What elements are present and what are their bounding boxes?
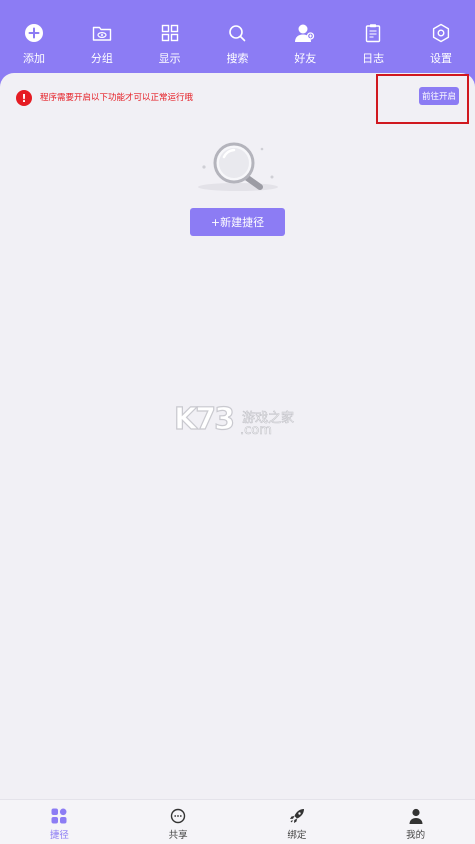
display-label: 显示 — [158, 52, 181, 65]
permission-message: 程序需要开启以下功能才可以正常运行哦 — [40, 93, 194, 103]
search-label: 搜索 — [226, 52, 249, 65]
friends-label: 好友 — [294, 52, 317, 65]
add-label: 添加 — [23, 52, 45, 65]
nav-bind-label: 绑定 — [287, 830, 307, 841]
empty-search-illustration — [196, 139, 280, 195]
search-icon — [226, 22, 248, 44]
new-shortcut-button[interactable]: +新建捷径 — [190, 208, 285, 236]
bottom-nav: 捷径 共享 绑定 我的 — [0, 799, 475, 844]
plus-circle-icon — [23, 22, 45, 44]
nav-profile[interactable]: 我的 — [356, 800, 475, 844]
red-highlight-box — [376, 74, 469, 124]
settings-label: 设置 — [429, 52, 452, 65]
top-toolbar: 添加 分组 显示 搜索 好友 日志 设置 — [0, 0, 475, 76]
share-chat-icon — [170, 808, 186, 824]
group-label: 分组 — [90, 52, 113, 65]
friends-button[interactable]: 好友 — [283, 22, 327, 76]
folder-eye-icon — [91, 22, 113, 44]
nav-shortcuts[interactable]: 捷径 — [0, 800, 119, 844]
display-button[interactable]: 显示 — [148, 22, 192, 76]
nav-bind[interactable]: 绑定 — [238, 800, 357, 844]
user-icon — [408, 808, 424, 824]
nav-shortcuts-label: 捷径 — [49, 830, 69, 841]
watermark-domain-text: .com — [240, 423, 273, 439]
nav-share[interactable]: 共享 — [119, 800, 238, 844]
nav-share-label: 共享 — [168, 830, 188, 841]
nav-profile-label: 我的 — [406, 830, 426, 841]
watermark-big-text: K73 — [173, 402, 235, 437]
friend-icon — [294, 22, 316, 44]
rocket-icon — [289, 808, 305, 824]
settings-hexagon-icon — [430, 22, 452, 44]
settings-button[interactable]: 设置 — [419, 22, 463, 76]
log-button[interactable]: 日志 — [351, 22, 395, 76]
search-button[interactable]: 搜索 — [215, 22, 259, 76]
shortcut-grid-icon — [51, 808, 67, 824]
grid-icon — [159, 22, 181, 44]
add-button[interactable]: 添加 — [12, 22, 56, 76]
warning-icon: ! — [16, 90, 32, 106]
log-clipboard-icon — [362, 22, 384, 44]
main-content: ! 程序需要开启以下功能才可以正常运行哦 前往开启 +新建捷径 K73 游戏之家… — [0, 73, 475, 800]
watermark-logo: K73 游戏之家 .com — [173, 402, 304, 439]
log-label: 日志 — [362, 52, 385, 65]
group-button[interactable]: 分组 — [80, 22, 124, 76]
